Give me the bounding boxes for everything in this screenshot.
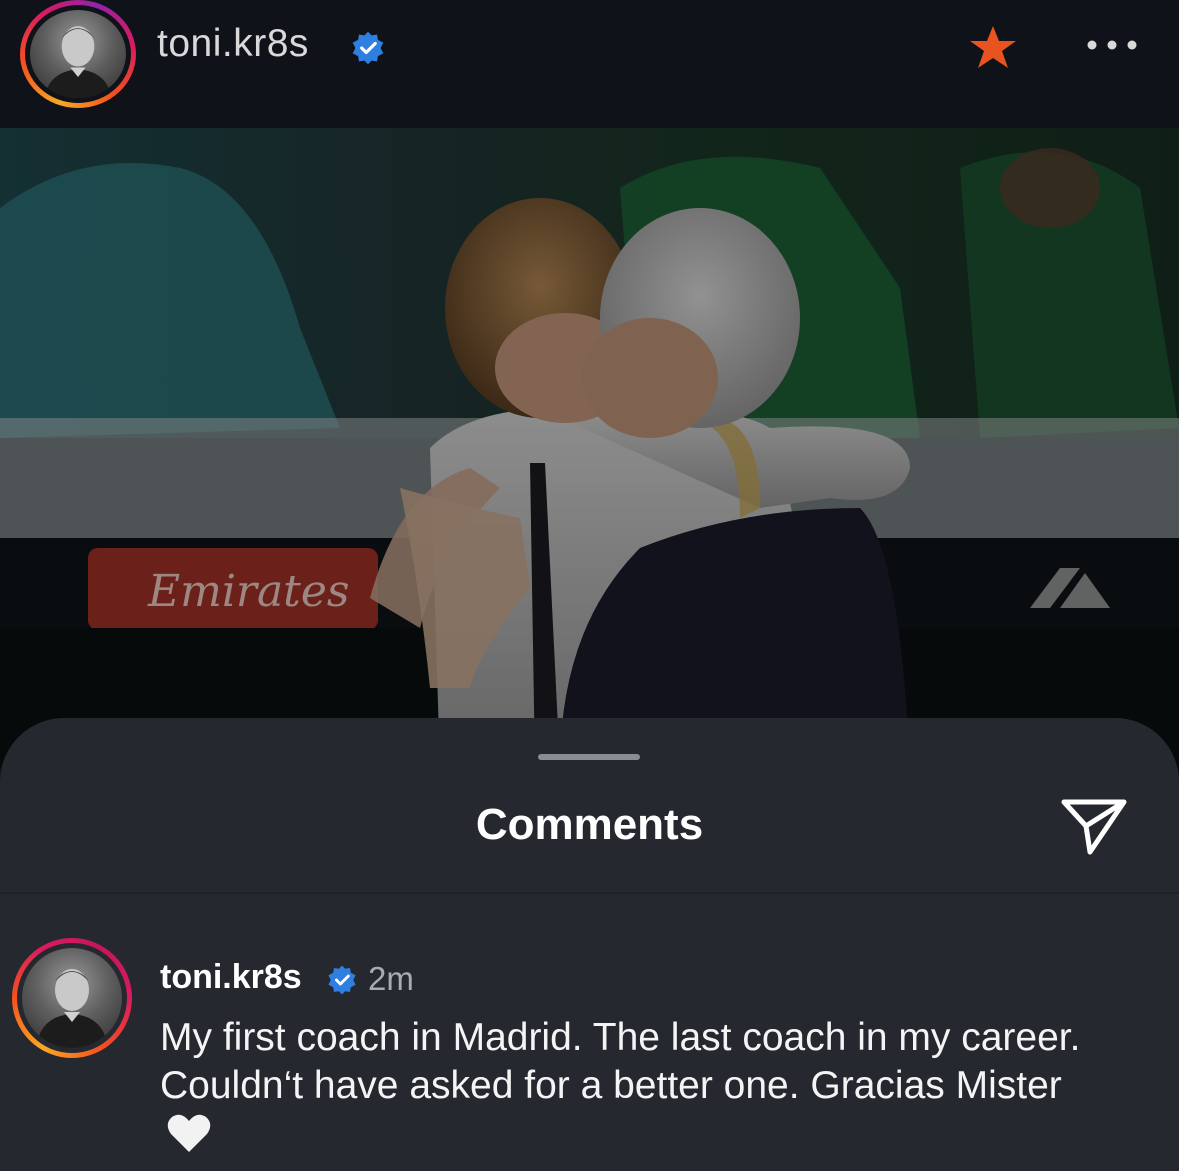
comment-item: toni.kr8s 2m My first coach in Madrid. T… bbox=[0, 894, 1179, 1171]
comment-avatar[interactable] bbox=[12, 938, 132, 1058]
star-icon[interactable] bbox=[968, 24, 1018, 70]
profile-avatar[interactable] bbox=[20, 0, 136, 108]
comment-timestamp: 2m bbox=[368, 960, 414, 997]
avatar-image bbox=[30, 10, 126, 98]
sheet-drag-handle[interactable] bbox=[538, 754, 640, 760]
profile-username[interactable]: toni.kr8s bbox=[157, 22, 309, 66]
verified-badge-icon bbox=[352, 31, 384, 65]
comment-username[interactable]: toni.kr8s bbox=[160, 958, 302, 997]
post-photo[interactable]: Emirates bbox=[0, 128, 1179, 768]
more-options-icon[interactable] bbox=[1082, 30, 1142, 60]
app-screen: toni.kr8s Emirates Comments toni.kr8s 2m… bbox=[0, 0, 1179, 1171]
comment-text: My first coach in Madrid. The last coach… bbox=[160, 1014, 1100, 1158]
send-icon[interactable] bbox=[1058, 796, 1130, 858]
comment-body: My first coach in Madrid. The last coach… bbox=[160, 1016, 1081, 1107]
comments-sheet: Comments toni.kr8s 2m My first coach in … bbox=[0, 718, 1179, 1171]
verified-badge-icon bbox=[328, 965, 356, 995]
white-heart-icon bbox=[167, 1114, 211, 1152]
comment-avatar-image bbox=[22, 948, 122, 1048]
comments-title: Comments bbox=[475, 800, 704, 849]
top-bar: toni.kr8s bbox=[0, 0, 1179, 128]
